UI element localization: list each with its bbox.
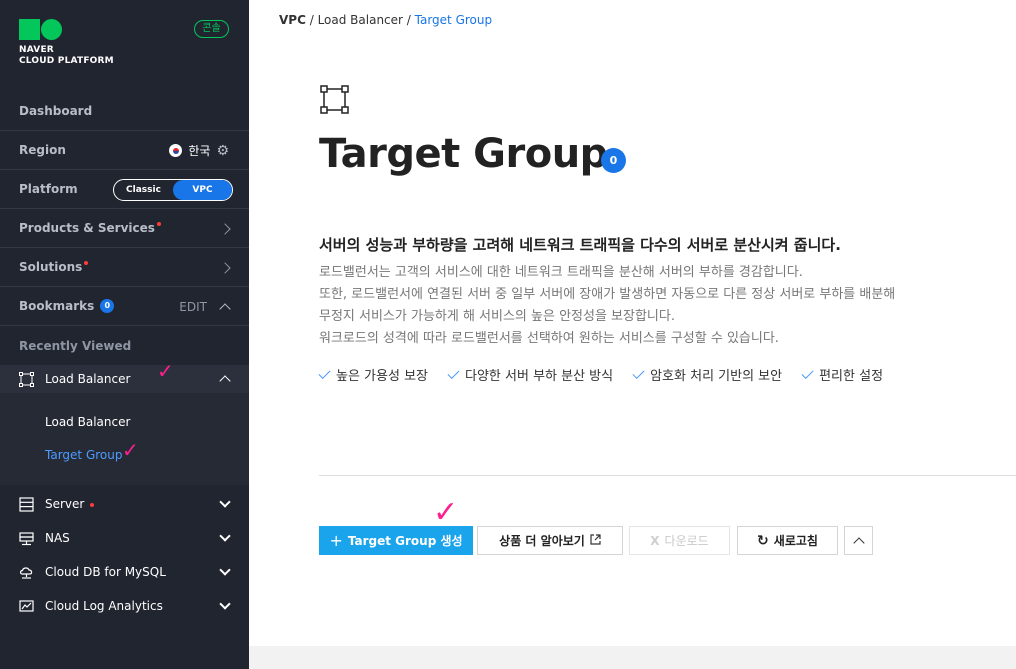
external-link-icon: [590, 533, 601, 548]
breadcrumb-item-load-balancer[interactable]: Load Balancer: [318, 13, 403, 27]
chevron-up-icon[interactable]: [219, 375, 231, 387]
feature-list: 높은 가용성 보장 다양한 서버 부하 분산 방식 암호화 처리 기반의 보안 …: [318, 365, 883, 384]
bookmark-count-badge: 0: [100, 299, 115, 314]
chevron-right-icon: [219, 261, 231, 274]
feature-item: 다양한 서버 부하 분산 방식: [447, 365, 613, 384]
new-dot-icon: [156, 222, 161, 226]
chevron-down-icon[interactable]: [219, 564, 231, 576]
logo-text-line1: NAVER: [19, 45, 54, 55]
sidebar-item-label: Solutions: [19, 260, 83, 274]
sidebar-item-platform: Platform Classic VPC: [0, 170, 249, 209]
region-value[interactable]: 한국: [188, 142, 210, 159]
learn-more-button[interactable]: 상품 더 알아보기: [477, 526, 623, 555]
recent-item-label: Cloud Log Analytics: [45, 599, 163, 613]
refresh-button[interactable]: ↻ 새로고침: [737, 526, 838, 555]
chevron-down-icon[interactable]: [219, 598, 231, 610]
description-line: 워크로드의 성격에 따라 로드밸런서를 선택하여 원하는 서비스를 구성할 수 …: [319, 331, 779, 346]
new-dot-icon: [90, 502, 95, 507]
chevron-right-icon: [219, 222, 231, 235]
chevron-up-icon[interactable]: [219, 302, 231, 315]
target-group-count-badge: 0: [601, 148, 626, 173]
korea-flag-icon: [169, 144, 183, 157]
page-description: 로드밸런서는 고객의 서비스에 대한 네트워크 트래픽을 분산해 서버의 부하를…: [319, 262, 895, 350]
recent-item-nas[interactable]: NAS: [0, 521, 249, 555]
handwritten-check-mark: ✓: [122, 438, 139, 462]
create-target-group-button[interactable]: + Target Group 생성: [319, 526, 473, 555]
recent-item-label: Load Balancer: [45, 372, 131, 386]
main-content: VPC / Load Balancer / Target Group Targe…: [249, 0, 1016, 669]
load-balancer-icon: [19, 371, 34, 387]
collapse-button[interactable]: [844, 526, 873, 555]
nas-icon: [19, 531, 34, 546]
recent-item-cloud-db-mysql[interactable]: Cloud DB for MySQL: [0, 555, 249, 589]
recent-item-label: Cloud DB for MySQL: [45, 565, 166, 579]
check-icon: [447, 366, 460, 380]
section-divider: [319, 475, 1016, 476]
recent-item-cloud-log-analytics[interactable]: Cloud Log Analytics: [0, 589, 249, 623]
chevron-down-icon[interactable]: [219, 496, 231, 508]
sidebar: NAVER CLOUD PLATFORM 콘솔 Dashboard Region…: [0, 0, 249, 669]
new-dot-icon: [84, 261, 89, 265]
handwritten-check-mark: ✓: [433, 495, 459, 530]
button-label: Target Group 생성: [347, 534, 463, 548]
excel-icon: X: [650, 533, 660, 548]
bottom-panel: [249, 646, 1016, 669]
recent-item-server[interactable]: Server: [0, 487, 249, 521]
target-group-icon: [320, 85, 349, 118]
logo-square-icon: [19, 19, 40, 40]
chevron-up-icon: [852, 536, 865, 549]
breadcrumb-item-target-group: Target Group: [414, 13, 493, 27]
chevron-down-icon[interactable]: [219, 530, 231, 542]
handwritten-check-mark: ✓: [157, 359, 174, 383]
sidebar-item-region[interactable]: Region 한국 ⚙: [0, 131, 249, 170]
logo-circle-icon: [41, 19, 62, 40]
check-icon: [632, 366, 645, 380]
recent-item-load-balancer[interactable]: Load Balancer: [0, 365, 249, 393]
cloud-db-icon: [19, 565, 34, 580]
sidebar-item-label: Bookmarks: [19, 298, 95, 313]
sidebar-item-dashboard[interactable]: Dashboard: [0, 92, 249, 131]
page-title: Target Group: [319, 131, 608, 177]
recent-item-label: Server: [45, 497, 85, 511]
logo-text-line2: CLOUD PLATFORM: [19, 56, 114, 66]
server-icon: [19, 496, 34, 512]
button-label: 다운로드: [664, 534, 709, 548]
sidebar-item-label: Dashboard: [19, 104, 93, 118]
refresh-icon: ↻: [757, 532, 769, 549]
feature-item: 높은 가용성 보장: [318, 365, 428, 384]
breadcrumb: VPC / Load Balancer / Target Group: [279, 13, 493, 27]
plus-icon: +: [329, 531, 343, 550]
description-line: 로드밸런서는 고객의 서비스에 대한 네트워크 트래픽을 분산해 서버의 부하를…: [319, 265, 803, 280]
naver-cloud-logo[interactable]: NAVER CLOUD PLATFORM: [19, 19, 114, 67]
description-line: 무정지 서비스가 가능하게 해 서비스의 높은 안정성을 보장합니다.: [319, 309, 675, 324]
button-label: 새로고침: [773, 534, 818, 548]
sidebar-item-label: Products & Services: [19, 221, 155, 235]
platform-toggle[interactable]: Classic VPC: [113, 178, 233, 201]
sidebar-item-products[interactable]: Products & Services: [0, 209, 249, 248]
feature-item: 암호화 처리 기반의 보안: [632, 365, 782, 384]
page-headline: 서버의 성능과 부하량을 고려해 네트워크 트래픽을 다수의 서버로 분산시켜 …: [319, 236, 841, 254]
bookmark-edit-button[interactable]: EDIT: [179, 300, 207, 314]
platform-option-vpc[interactable]: VPC: [173, 179, 232, 200]
gear-icon[interactable]: ⚙: [216, 143, 229, 159]
recent-item-label: NAS: [45, 531, 70, 545]
description-line: 또한, 로드밸런서에 연결된 서버 중 일부 서버에 장애가 발생하면 자동으로…: [319, 287, 896, 302]
console-button[interactable]: 콘솔: [194, 20, 229, 38]
sidebar-item-solutions[interactable]: Solutions: [0, 248, 249, 287]
platform-option-classic[interactable]: Classic: [114, 180, 173, 200]
check-icon: [318, 366, 331, 380]
submenu-item-target-group[interactable]: Target Group: [45, 448, 122, 462]
download-button[interactable]: X 다운로드: [629, 526, 730, 555]
breadcrumb-item-vpc[interactable]: VPC: [279, 13, 306, 27]
check-icon: [801, 366, 814, 380]
log-analytics-icon: [19, 599, 34, 614]
recently-viewed-heading: Recently Viewed: [19, 338, 132, 353]
feature-item: 편리한 설정: [801, 365, 883, 384]
button-label: 상품 더 알아보기: [499, 534, 585, 548]
submenu-item-load-balancer[interactable]: Load Balancer: [45, 415, 130, 429]
sidebar-item-bookmarks[interactable]: Bookmarks 0 EDIT: [0, 287, 249, 326]
